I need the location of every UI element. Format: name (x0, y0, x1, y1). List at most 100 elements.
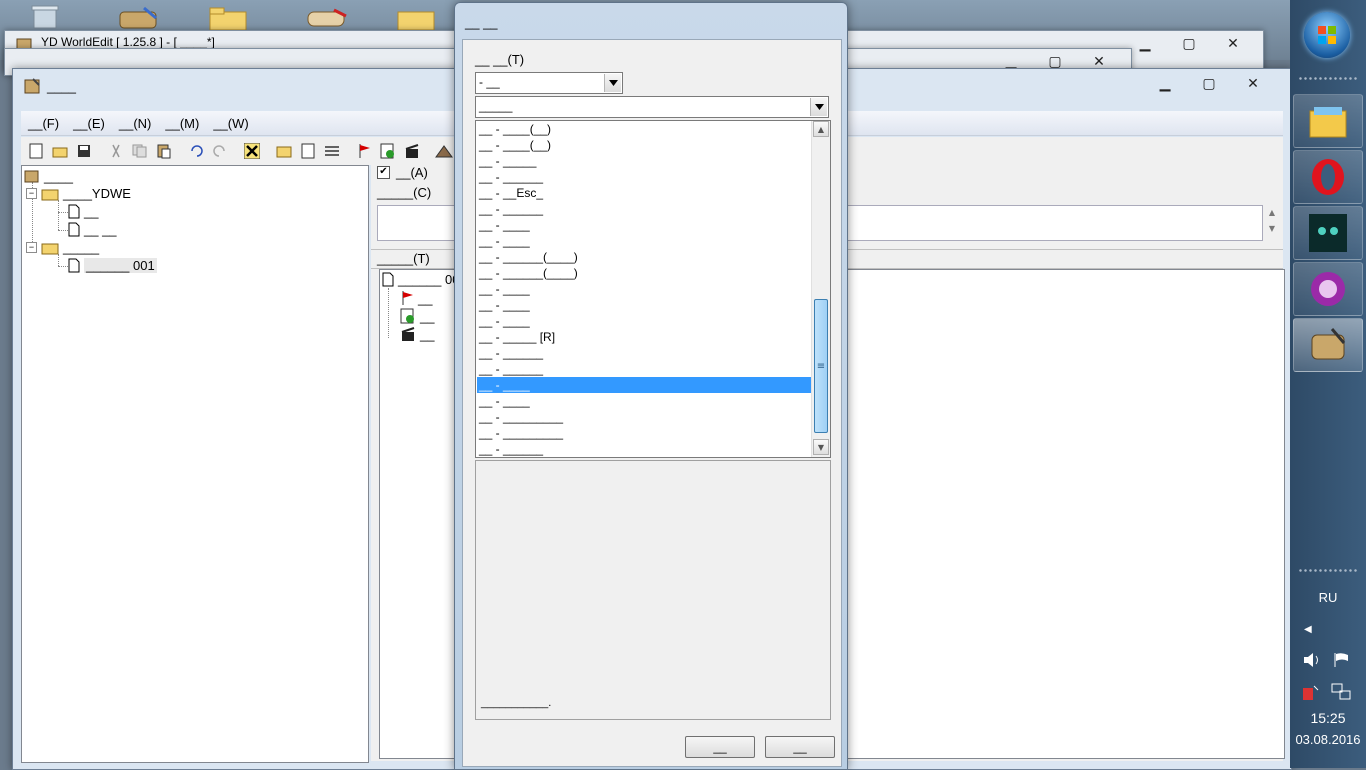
scroll-thumb[interactable]: ≡ (814, 299, 828, 433)
trigger-tree[interactable]: ____ − ____YDWE __ __ __ − _____ ______ … (21, 165, 369, 763)
power-plug-icon[interactable] (1300, 682, 1320, 705)
windows-logo-icon (1318, 26, 1336, 44)
list-item[interactable]: __ - ____ (477, 217, 811, 233)
paste-icon[interactable] (153, 140, 175, 162)
collapse-icon[interactable]: − (26, 188, 37, 199)
list-item[interactable]: __ - _________ (477, 409, 811, 425)
open-folder-icon[interactable] (49, 140, 71, 162)
cut-icon[interactable] (105, 140, 127, 162)
list-item[interactable]: __ - ____ (477, 233, 811, 249)
events-node[interactable]: __ (400, 290, 432, 306)
list-item[interactable]: __ - ____(__) (477, 121, 811, 137)
recycle-bin-icon[interactable] (24, 4, 68, 30)
close-icon[interactable]: ✕ (1231, 73, 1275, 95)
close-icon[interactable]: ✕ (1211, 33, 1255, 55)
taskbar-opera[interactable] (1293, 150, 1363, 204)
tree-folder-2[interactable]: − _____ (26, 240, 99, 255)
clock-time[interactable]: 15:25 (1290, 710, 1366, 726)
menu-new[interactable]: __(N) (112, 116, 159, 131)
terrain-icon[interactable] (433, 140, 455, 162)
scroll-up-icon[interactable]: ▲ (813, 121, 829, 137)
taskbar-warcraft[interactable] (1293, 206, 1363, 260)
taskbar-worldedit[interactable] (1293, 318, 1363, 372)
cancel-button[interactable]: __ (765, 736, 835, 758)
new-action-icon[interactable] (401, 140, 423, 162)
scroll-desktop-icon[interactable] (304, 4, 348, 30)
event-dialog[interactable]: __ __ __ __(T) - __ _____ __ - ____(__) _… (454, 2, 848, 770)
worldedit-desktop-icon[interactable] (116, 4, 160, 30)
list-scrollbar[interactable]: ▲ ≡ ▼ (811, 121, 830, 457)
list-item[interactable]: __ - ______ (477, 201, 811, 217)
list-item[interactable]: __ - ______(____) (477, 265, 811, 281)
list-item[interactable]: __ - ____(__) (477, 137, 811, 153)
actions-label: __ (420, 326, 435, 342)
language-indicator[interactable]: RU (1290, 590, 1366, 605)
conditions-node[interactable]: __ (400, 308, 434, 324)
ok-button[interactable]: __ (685, 736, 755, 758)
menu-edit[interactable]: __(E) (66, 116, 112, 131)
event-dropdown[interactable]: _____ (475, 96, 829, 118)
enabled-checkbox-row[interactable]: ✔ __(A) (377, 165, 428, 180)
taskbar-grip[interactable] (1298, 76, 1358, 82)
list-item[interactable]: __ - ____ (477, 393, 811, 409)
list-item[interactable]: __ - ______(____) (477, 249, 811, 265)
maximize-icon[interactable]: ▢ (1167, 33, 1211, 55)
opera-icon (1312, 159, 1344, 195)
action-center-flag-icon[interactable] (1332, 652, 1352, 671)
redo-icon[interactable] (209, 140, 231, 162)
volume-icon[interactable] (1302, 652, 1322, 671)
delete-icon[interactable] (241, 140, 263, 162)
new-file-icon[interactable] (25, 140, 47, 162)
list-item[interactable]: __ - ____ (477, 297, 811, 313)
list-item-selected[interactable]: __ - ____ (477, 377, 811, 393)
scroll-down-icon[interactable]: ▼ (813, 439, 829, 455)
list-item[interactable]: __ - ______ (477, 169, 811, 185)
list-item[interactable]: __ - ______ (477, 441, 811, 457)
chevron-down-icon[interactable] (810, 98, 827, 116)
show-hidden-icons[interactable]: ◀ (1304, 624, 1312, 635)
list-item[interactable]: __ - _____ (477, 153, 811, 169)
copy-icon[interactable] (129, 140, 151, 162)
list-item[interactable]: __ - __Esc_ (477, 185, 811, 201)
save-icon[interactable] (73, 140, 95, 162)
undo-icon[interactable] (185, 140, 207, 162)
event-list[interactable]: __ - ____(__) __ - ____(__) __ - _____ __ -… (475, 120, 831, 458)
comment-scrollbar[interactable]: ▲ ▼ (1265, 205, 1279, 239)
tray-grip[interactable] (1298, 568, 1358, 574)
folder-desktop-icon[interactable] (206, 4, 250, 30)
collapse-icon[interactable]: − (26, 242, 37, 253)
menu-window[interactable]: __(W) (206, 116, 255, 131)
taskbar-explorer[interactable] (1293, 94, 1363, 148)
actions-node[interactable]: __ (400, 326, 434, 342)
folder2-desktop-icon[interactable] (394, 4, 438, 30)
network-icon[interactable] (1330, 682, 1352, 705)
list-item[interactable]: __ - _________ (477, 425, 811, 441)
list-item[interactable]: __ - _____ [R] (477, 329, 811, 345)
new-category-icon[interactable] (273, 140, 295, 162)
condition-icon (400, 308, 414, 324)
list-item[interactable]: __ - ____ (477, 281, 811, 297)
tree-item[interactable]: __ __ (68, 222, 117, 237)
chevron-down-icon[interactable] (604, 74, 621, 92)
maximize-icon[interactable]: ▢ (1187, 73, 1231, 95)
tree-item[interactable]: __ (68, 204, 98, 219)
clock-date[interactable]: 03.08.2016 (1290, 732, 1366, 747)
taskbar-ydwe[interactable] (1293, 262, 1363, 316)
enabled-checkbox[interactable]: ✔ (377, 166, 390, 179)
list-item[interactable]: __ - ______ (477, 345, 811, 361)
comment-label-row: _____(C) (377, 185, 431, 200)
minimize-icon[interactable]: ▁ (1143, 73, 1187, 95)
list-item[interactable]: __ - ______ (477, 361, 811, 377)
list-item[interactable]: __ - ____ (477, 313, 811, 329)
tree-item-selected[interactable]: ______ 001 (68, 258, 157, 273)
new-event-icon[interactable] (353, 140, 375, 162)
menu-module[interactable]: __(M) (158, 116, 206, 131)
category-dropdown[interactable]: - __ (475, 72, 623, 94)
new-condition-icon[interactable] (377, 140, 399, 162)
start-button[interactable] (1304, 12, 1350, 58)
new-comment-icon[interactable] (321, 140, 343, 162)
new-trigger-icon[interactable] (297, 140, 319, 162)
tree-folder-ydwe[interactable]: − ____YDWE (26, 186, 131, 201)
tree-root[interactable]: ____ (24, 168, 73, 184)
menu-file[interactable]: __(F) (21, 116, 66, 131)
